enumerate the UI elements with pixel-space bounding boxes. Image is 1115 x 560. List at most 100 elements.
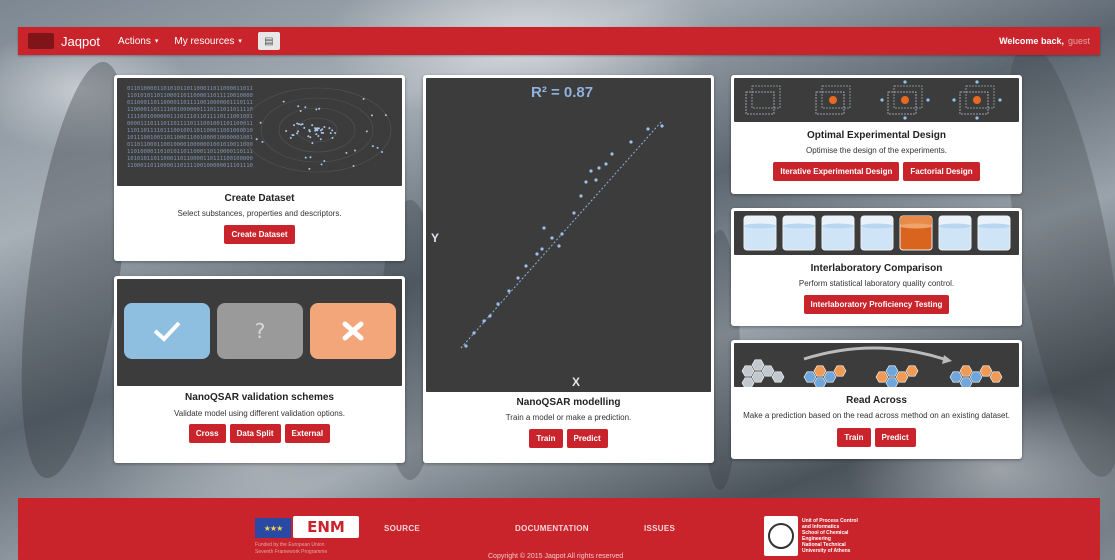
footer-link-source[interactable]: SOURCE	[384, 524, 420, 533]
question-icon: ?	[254, 319, 266, 343]
ntua-line: University of Athens	[802, 548, 851, 554]
scatter-point	[304, 156, 307, 159]
data-point	[646, 127, 650, 131]
data-point	[594, 178, 598, 182]
scatter-point	[376, 146, 379, 149]
scatter-point	[309, 136, 312, 139]
user-menu[interactable]: guest	[1068, 36, 1090, 46]
data-point	[604, 162, 608, 166]
scatter-point	[329, 132, 332, 135]
scatter-point	[318, 107, 321, 110]
data-point	[572, 211, 576, 215]
data-split-button[interactable]: Data Split	[229, 424, 281, 443]
hexagon-icon	[751, 371, 765, 383]
hexagon-icon	[959, 377, 973, 387]
scatter-point	[384, 114, 387, 117]
arrow-icon	[803, 346, 945, 361]
card-description: Validate model using different validatio…	[174, 409, 345, 418]
document-button[interactable]: ▤	[257, 32, 280, 50]
scatter-point	[331, 136, 334, 139]
nav-actions-label: Actions	[118, 35, 151, 47]
scatter-point	[309, 156, 312, 159]
card-interlab-comparison: Interlaboratory Comparison Perform stati…	[731, 208, 1022, 326]
cube-icon	[815, 85, 851, 115]
data-point	[584, 180, 588, 184]
nav-actions-menu[interactable]: Actions ▾	[118, 36, 158, 47]
card-title: Optimal Experimental Design	[807, 130, 946, 141]
scatter-point	[311, 124, 314, 127]
data-point	[629, 140, 633, 144]
welcome-message: Welcome back, guest	[999, 36, 1090, 46]
data-point	[610, 152, 614, 156]
hexagon-icon	[949, 371, 963, 383]
scatter-point	[296, 122, 299, 125]
scatter-point	[314, 129, 317, 132]
enm-logo[interactable]: ENM	[293, 516, 359, 538]
scatter-point	[354, 149, 357, 152]
footer-link-issues[interactable]: ISSUES	[644, 524, 675, 533]
data-point	[507, 289, 511, 293]
data-point	[542, 226, 546, 230]
card-title: Interlaboratory Comparison	[810, 263, 943, 274]
footer: ★★★ ENM Funded by the European Union Sev…	[18, 498, 1100, 560]
read-across-predict-button[interactable]: Predict	[874, 428, 916, 447]
beaker-icon	[938, 215, 972, 251]
scatter-point	[255, 138, 258, 141]
external-validation-button[interactable]: External	[284, 424, 331, 443]
predict-button[interactable]: Predict	[566, 429, 608, 448]
caret-down-icon: ▾	[154, 38, 159, 45]
card-create-dataset: 01101000011010101101100011011000011011 11…	[114, 75, 405, 261]
cross-validation-button[interactable]: Cross	[188, 424, 226, 443]
scatter-point	[296, 132, 299, 135]
scatter-point	[365, 130, 368, 133]
brand-logo[interactable]	[28, 33, 54, 49]
data-point	[597, 166, 601, 170]
scatter-point	[311, 142, 314, 145]
hexagon-icon	[771, 371, 785, 383]
scatter-point	[301, 123, 304, 126]
scatter-point	[323, 125, 326, 128]
hexagon-icon	[885, 365, 899, 377]
caption-line: Seventh Framework Programme	[255, 549, 328, 555]
data-point	[535, 252, 539, 256]
hexagon-icon	[979, 365, 993, 377]
card-experimental-design: Optimal Experimental Design Optimise the…	[731, 75, 1022, 194]
card-description: Train a model or make a prediction.	[505, 413, 632, 422]
scatter-point	[285, 130, 288, 133]
scatter-point	[304, 106, 307, 109]
nav-my-resources-menu[interactable]: My resources ▾	[174, 36, 242, 47]
card-description: Make a prediction based on the read acro…	[743, 411, 1010, 420]
x-axis-label: X	[572, 375, 580, 389]
hexagon-icon	[895, 371, 909, 383]
read-across-train-button[interactable]: Train	[837, 428, 871, 447]
caret-down-icon: ▾	[238, 38, 242, 45]
scatter-point	[303, 126, 306, 129]
card-title: NanoQSAR modelling	[516, 397, 621, 408]
card-validation-schemes: ? NanoQSAR validation schemes Validate m…	[114, 276, 405, 463]
footer-link-documentation[interactable]: DOCUMENTATION	[515, 524, 589, 533]
document-icon: ▤	[264, 35, 274, 47]
data-point	[488, 314, 492, 318]
scatter-point	[317, 134, 320, 137]
hexagon-icon	[803, 371, 817, 383]
hexagon-icon	[813, 377, 827, 387]
iterative-design-button[interactable]: Iterative Experimental Design	[773, 162, 900, 181]
brand-name[interactable]: Jaqpot	[61, 34, 100, 49]
create-dataset-button[interactable]: Create Dataset	[224, 225, 295, 244]
card-description: Optimise the design of the experiments.	[806, 146, 947, 155]
data-point	[516, 276, 520, 280]
r-squared-label: R² = 0.87	[531, 84, 593, 101]
proficiency-testing-button[interactable]: Interlaboratory Proficiency Testing	[803, 295, 950, 314]
factorial-design-button[interactable]: Factorial Design	[903, 162, 980, 181]
data-point	[550, 236, 554, 240]
beaker-icon	[899, 215, 933, 251]
scatter-point	[308, 167, 311, 170]
train-model-button[interactable]: Train	[529, 429, 563, 448]
scatter-point	[345, 151, 348, 154]
design-cubes-image	[745, 80, 1002, 120]
scatter-point	[320, 163, 323, 166]
scatter-point	[320, 131, 323, 134]
card-title: Create Dataset	[224, 193, 295, 204]
hexagon-icon	[761, 365, 775, 377]
read-across-illustration	[734, 343, 1019, 387]
